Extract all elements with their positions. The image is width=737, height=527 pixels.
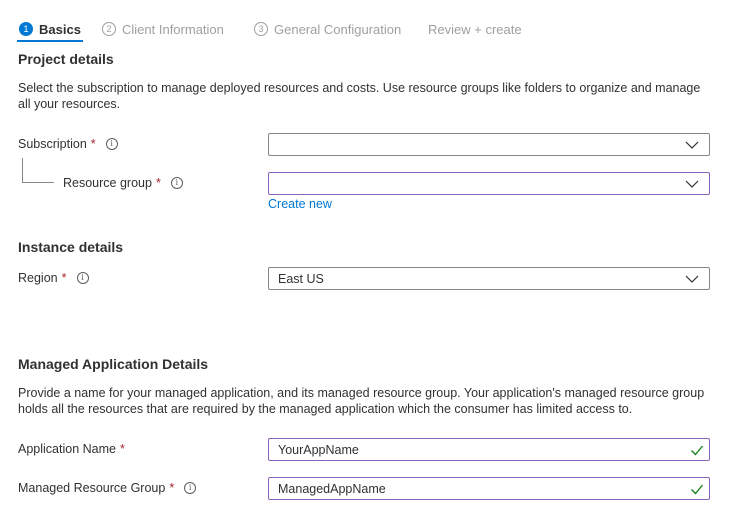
application-name-value: YourAppName xyxy=(278,442,359,457)
checkmark-icon xyxy=(691,445,704,456)
chevron-down-icon xyxy=(685,275,699,283)
required-marker: * xyxy=(119,442,125,456)
required-marker: * xyxy=(61,271,67,285)
tree-connector-horizontal xyxy=(22,182,54,183)
subscription-dropdown[interactable] xyxy=(268,133,710,156)
resource-group-label: Resource group xyxy=(63,176,152,190)
managed-app-details-description: Provide a name for your managed applicat… xyxy=(18,386,705,416)
tree-connector-vertical xyxy=(22,158,23,182)
tab-basics-label: Basics xyxy=(39,21,81,37)
tab-general-configuration[interactable]: 3 General Configuration xyxy=(254,19,401,39)
tab-basics[interactable]: 1 Basics xyxy=(19,19,81,39)
resource-group-label-row: Resource group * i xyxy=(63,172,183,194)
info-icon[interactable]: i xyxy=(184,482,197,494)
info-icon[interactable]: i xyxy=(170,177,183,189)
chevron-down-icon xyxy=(685,180,699,188)
region-label: Region xyxy=(18,271,58,285)
step-number-1: 1 xyxy=(19,22,33,36)
project-details-title: Project details xyxy=(18,51,114,67)
tab-review-create-label: Review + create xyxy=(428,21,522,37)
active-tab-indicator xyxy=(17,40,83,42)
managed-resource-group-value: ManagedAppName xyxy=(278,481,386,496)
managed-resource-group-label: Managed Resource Group xyxy=(18,481,166,495)
instance-details-title: Instance details xyxy=(18,239,124,255)
application-name-label-row: Application Name * xyxy=(18,438,125,460)
info-icon[interactable]: i xyxy=(105,138,118,150)
tab-general-configuration-label: General Configuration xyxy=(274,21,402,37)
project-details-description: Select the subscription to manage deploy… xyxy=(18,81,701,111)
application-name-label: Application Name xyxy=(18,442,116,456)
tab-review-create[interactable]: Review + create xyxy=(428,19,522,39)
tab-client-information-label: Client Information xyxy=(122,21,224,37)
managed-resource-group-input[interactable]: ManagedAppName xyxy=(268,477,710,500)
region-label-row: Region * i xyxy=(18,267,89,289)
tab-client-information[interactable]: 2 Client Information xyxy=(102,19,224,39)
step-number-2: 2 xyxy=(102,22,116,36)
resource-group-dropdown[interactable] xyxy=(268,172,710,195)
required-marker: * xyxy=(90,137,96,151)
region-dropdown[interactable]: East US xyxy=(268,267,710,290)
info-icon[interactable]: i xyxy=(76,272,89,284)
subscription-label: Subscription xyxy=(18,137,87,151)
managed-app-details-title: Managed Application Details xyxy=(18,356,209,372)
managed-resource-group-label-row: Managed Resource Group * i xyxy=(18,477,197,499)
checkmark-icon xyxy=(691,484,704,495)
required-marker: * xyxy=(169,481,175,495)
step-number-3: 3 xyxy=(254,22,268,36)
create-new-link[interactable]: Create new xyxy=(268,197,332,211)
application-name-input[interactable]: YourAppName xyxy=(268,438,710,461)
region-value: East US xyxy=(278,271,324,286)
required-marker: * xyxy=(155,176,161,190)
chevron-down-icon xyxy=(685,141,699,149)
subscription-label-row: Subscription * i xyxy=(18,133,118,155)
